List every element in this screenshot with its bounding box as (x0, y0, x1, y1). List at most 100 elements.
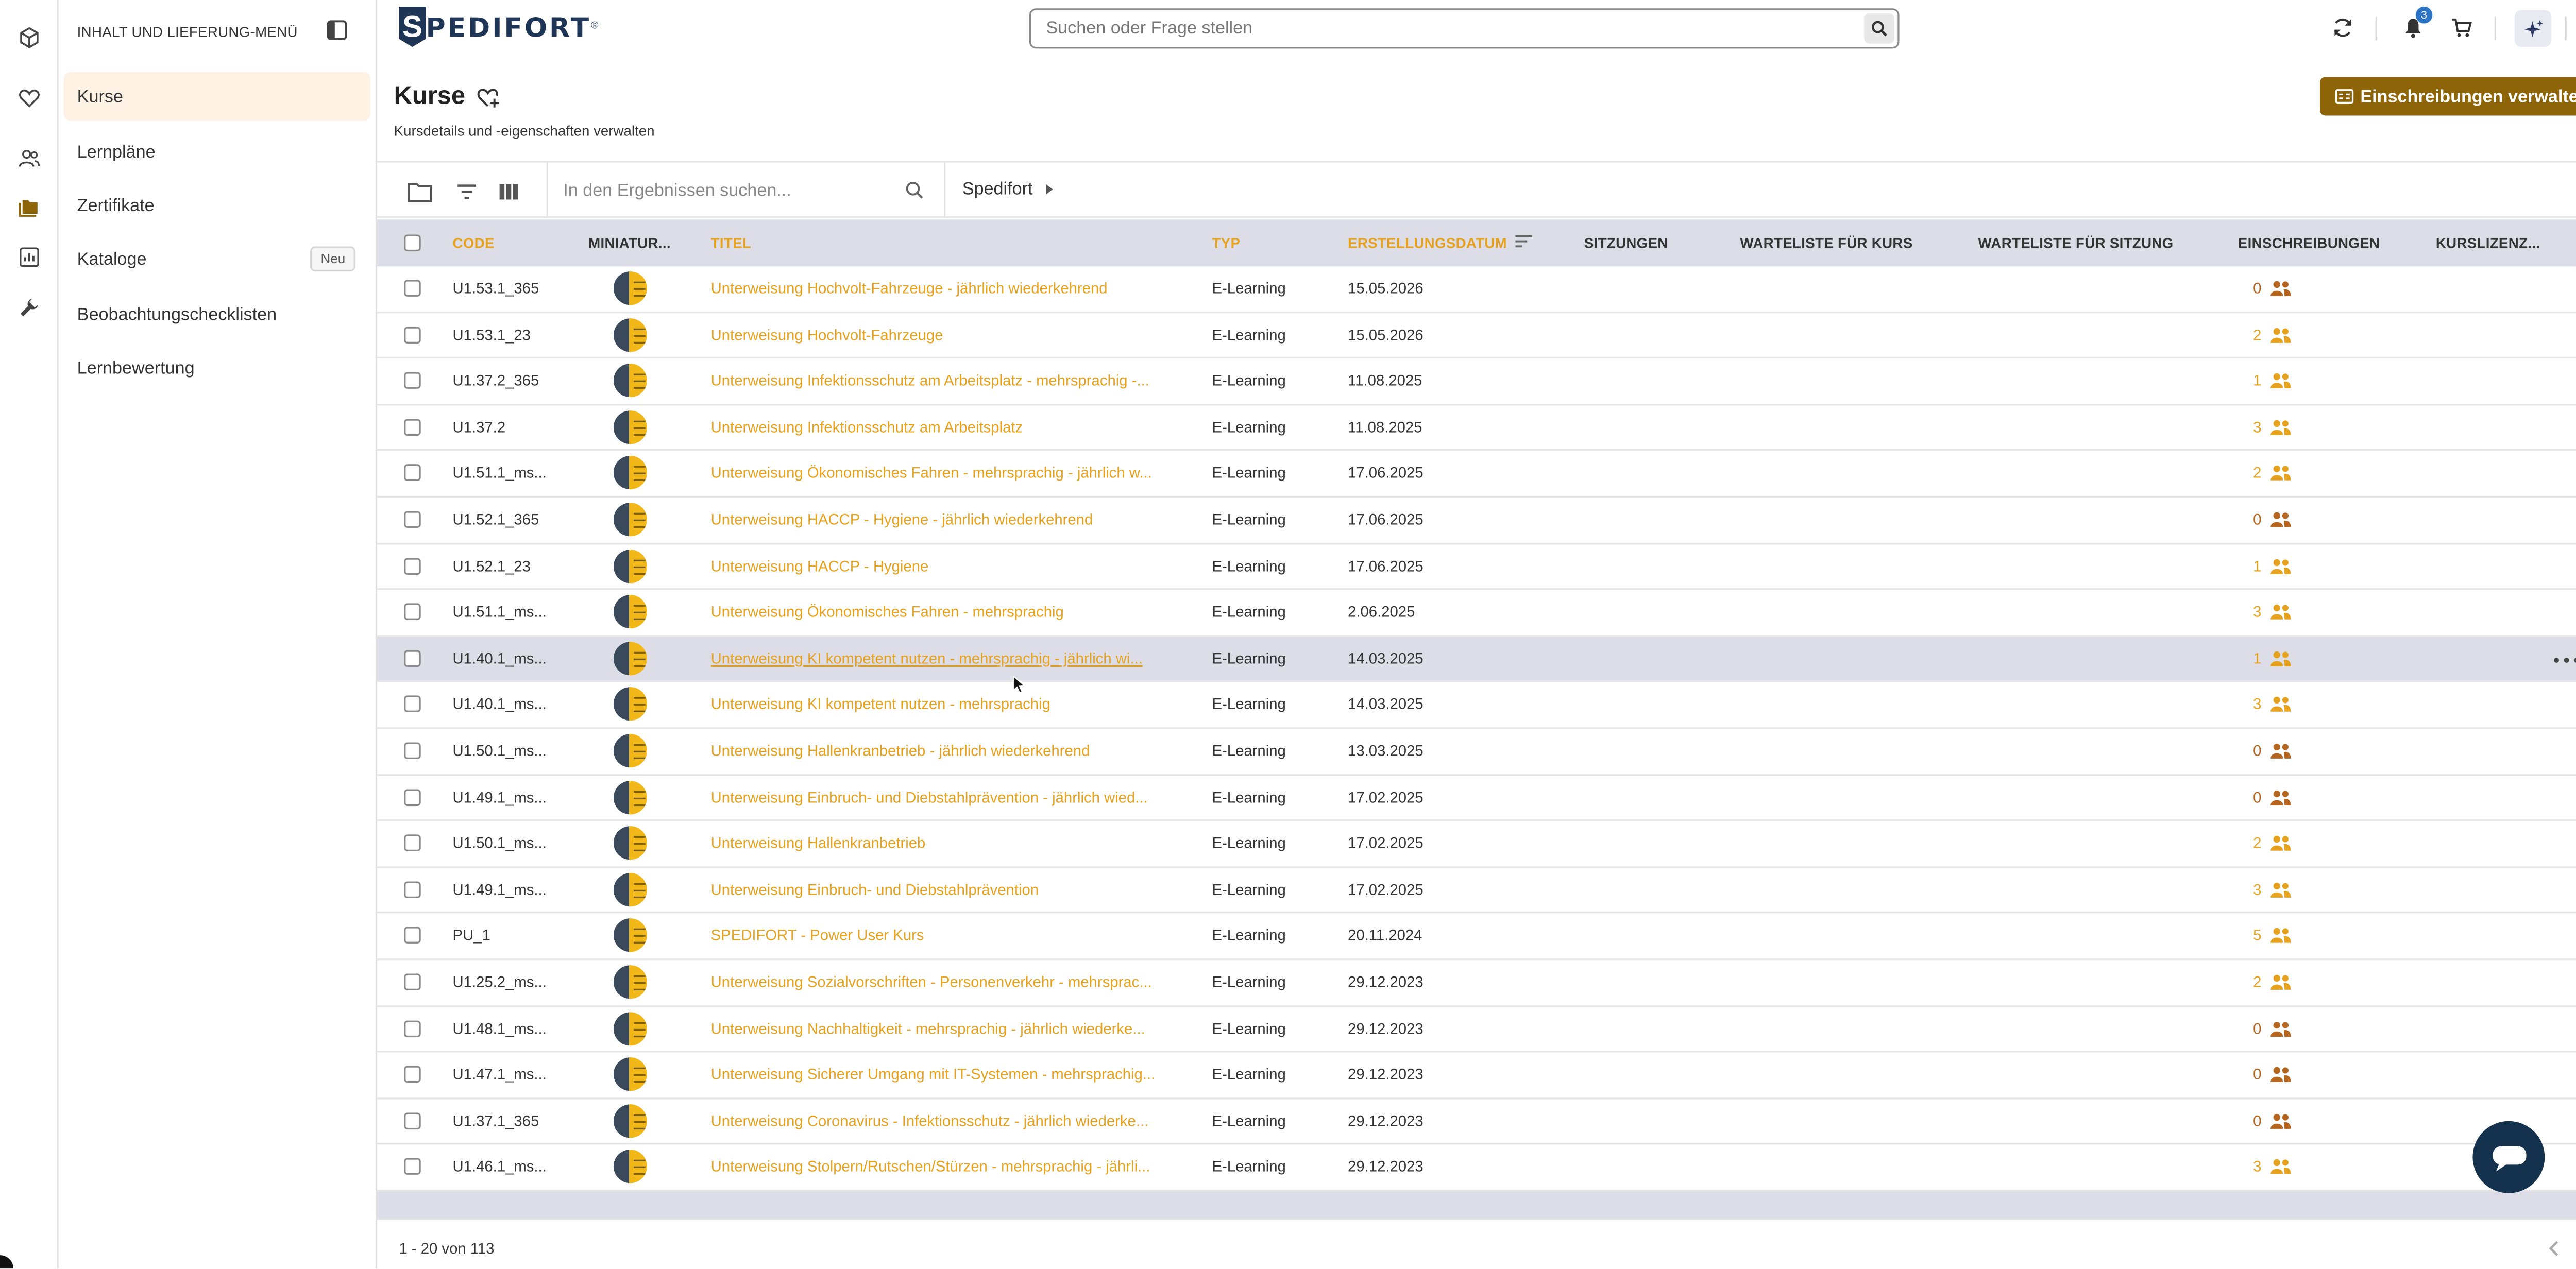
table-row[interactable]: U1.52.1_23 Unterweisung HACCP - Hygiene E-… (377, 544, 2576, 590)
enrolled-users-icon[interactable] (2270, 742, 2292, 759)
enrolled-users-icon[interactable] (2270, 465, 2292, 482)
manage-enrollments-button[interactable]: Einschreibungen verwalten (2320, 77, 2576, 116)
row-checkbox[interactable] (404, 511, 421, 528)
column-header-enrollments[interactable]: EINSCHREIBUNGEN (2238, 235, 2380, 252)
enrollment-count[interactable]: 2 (2238, 326, 2261, 343)
course-title-link[interactable]: Unterweisung Sozialvorschriften - Person… (711, 973, 1152, 990)
global-search-input[interactable] (1031, 10, 1836, 47)
enrolled-users-icon[interactable] (2270, 557, 2292, 574)
course-title-link[interactable]: Unterweisung Nachhaltigkeit - mehrsprach… (711, 1020, 1145, 1037)
chat-button[interactable] (2472, 1121, 2545, 1193)
enrollment-count[interactable]: 3 (2238, 881, 2261, 898)
enrollment-count[interactable]: 3 (2238, 419, 2261, 436)
cart-button[interactable] (2448, 13, 2475, 40)
course-title-link[interactable]: Unterweisung KI kompetent nutzen - mehrs… (711, 696, 1050, 713)
row-checkbox[interactable] (404, 372, 421, 389)
row-checkbox[interactable] (404, 603, 421, 621)
table-row[interactable]: U1.53.1_23 Unterweisung Hochvolt-Fahrzeug… (377, 313, 2576, 359)
row-checkbox[interactable] (404, 557, 421, 574)
table-row[interactable]: U1.40.1_ms... Unterweisung KI kompetent n… (377, 636, 2576, 683)
table-row[interactable]: U1.50.1_ms... Unterweisung Hallenkranbetr… (377, 821, 2576, 868)
row-checkbox[interactable] (404, 788, 421, 805)
enrolled-users-icon[interactable] (2270, 696, 2292, 713)
course-title-link[interactable]: Unterweisung Hochvolt-Fahrzeuge (711, 326, 943, 343)
sync-button[interactable] (2329, 13, 2355, 40)
favorite-add-icon[interactable] (476, 85, 500, 109)
table-row[interactable]: U1.37.2_365 Unterweisung Infektionsschutz… (377, 358, 2576, 405)
table-row[interactable]: U1.46.1_ms... Unterweisung Stolpern/Rutsc… (377, 1145, 2576, 1192)
folder-icon[interactable] (10, 187, 47, 225)
collapse-sidebar-icon[interactable] (327, 20, 347, 40)
filter-button[interactable] (453, 178, 480, 204)
chart-icon[interactable] (10, 238, 47, 275)
results-search-input[interactable] (563, 176, 916, 207)
enrollment-count[interactable]: 0 (2238, 742, 2261, 759)
course-title-link[interactable]: Unterweisung Ökonomisches Fahren - mehrs… (711, 604, 1064, 621)
table-row[interactable]: U1.51.1_ms... Unterweisung Ökonomisches F… (377, 590, 2576, 637)
enrolled-users-icon[interactable] (2270, 1158, 2292, 1175)
row-checkbox[interactable] (404, 649, 421, 667)
enrollment-count[interactable]: 2 (2238, 465, 2261, 482)
table-row[interactable]: PU_1 SPEDIFORT - Power User Kurs E-Learnin… (377, 914, 2576, 961)
enrolled-users-icon[interactable] (2270, 1066, 2292, 1083)
row-checkbox[interactable] (404, 1019, 421, 1037)
side-item-zertifikate[interactable]: Zertifikate (64, 181, 370, 229)
enrollment-count[interactable]: 3 (2238, 1158, 2261, 1175)
course-title-link[interactable]: Unterweisung Coronavirus - Infektionssch… (711, 1112, 1149, 1129)
course-title-link[interactable]: Unterweisung Hochvolt-Fahrzeuge - jährli… (711, 280, 1108, 297)
table-row[interactable]: U1.49.1_ms... Unterweisung Einbruch- und … (377, 867, 2576, 914)
enrollment-count[interactable]: 0 (2238, 511, 2261, 528)
table-row[interactable]: U1.49.1_ms... Unterweisung Einbruch- und … (377, 775, 2576, 821)
cube-icon[interactable] (10, 19, 47, 56)
wrench-icon[interactable] (10, 288, 47, 325)
row-checkbox[interactable] (404, 1112, 421, 1129)
column-header-type[interactable]: TYP (1212, 235, 1241, 252)
row-checkbox[interactable] (404, 742, 421, 759)
row-checkbox[interactable] (404, 326, 421, 343)
enrolled-users-icon[interactable] (2270, 835, 2292, 852)
enrolled-users-icon[interactable] (2270, 788, 2292, 805)
course-title-link[interactable]: Unterweisung Stolpern/Rutschen/Stürzen -… (711, 1158, 1150, 1175)
column-header-title[interactable]: TITEL (711, 235, 751, 252)
course-title-link[interactable]: Unterweisung Sicherer Umgang mit IT-Syst… (711, 1066, 1156, 1083)
enrollment-count[interactable]: 0 (2238, 788, 2261, 805)
row-checkbox[interactable] (404, 881, 421, 898)
horizontal-scrollbar[interactable] (377, 1191, 2576, 1219)
row-checkbox[interactable] (404, 280, 421, 297)
table-row[interactable]: U1.48.1_ms... Unterweisung Nachhaltigkeit… (377, 1006, 2576, 1053)
row-checkbox[interactable] (404, 696, 421, 713)
columns-button[interactable] (495, 178, 521, 204)
course-title-link[interactable]: Unterweisung Hallenkranbetrieb - jährlic… (711, 742, 1090, 759)
enrollment-count[interactable]: 0 (2238, 1066, 2261, 1083)
column-header-created[interactable]: ERSTELLUNGSDATUM (1348, 235, 1533, 251)
folder-view-button[interactable] (405, 178, 432, 204)
enrolled-users-icon[interactable] (2270, 927, 2292, 944)
side-item-beobachtungschecklisten[interactable]: Beobachtungschecklisten (64, 290, 370, 338)
course-title-link[interactable]: Unterweisung Infektionsschutz am Arbeits… (711, 419, 1023, 436)
course-title-link[interactable]: Unterweisung Einbruch- und Diebstahlpräv… (711, 881, 1039, 898)
ai-assistant-button[interactable] (2514, 10, 2552, 47)
enrolled-users-icon[interactable] (2270, 419, 2292, 436)
course-title-link[interactable]: Unterweisung HACCP - Hygiene - jährlich … (711, 511, 1093, 528)
enrollment-count[interactable]: 0 (2238, 280, 2261, 297)
course-title-link[interactable]: Unterweisung Ökonomisches Fahren - mehrs… (711, 465, 1152, 482)
table-row[interactable]: U1.25.2_ms... Unterweisung Sozialvorschri… (377, 960, 2576, 1006)
table-row[interactable]: U1.37.2 Unterweisung Infektionsschutz am … (377, 405, 2576, 452)
enrollment-count[interactable]: 0 (2238, 1112, 2261, 1129)
enrollment-count[interactable]: 1 (2238, 650, 2261, 667)
enrolled-users-icon[interactable] (2270, 604, 2292, 621)
enrollment-count[interactable]: 5 (2238, 927, 2261, 944)
table-row[interactable]: U1.53.1_365 Unterweisung Hochvolt-Fahrzeu… (377, 266, 2576, 313)
enrollment-count[interactable]: 0 (2238, 1020, 2261, 1037)
table-row[interactable]: U1.47.1_ms... Unterweisung Sicherer Umgan… (377, 1052, 2576, 1099)
course-title-link[interactable]: Unterweisung HACCP - Hygiene (711, 557, 929, 574)
table-row[interactable]: U1.50.1_ms... Unterweisung Hallenkranbetr… (377, 729, 2576, 775)
enrolled-users-icon[interactable] (2270, 1020, 2292, 1037)
previous-page-icon[interactable] (2547, 1240, 2564, 1257)
row-checkbox[interactable] (404, 1158, 421, 1175)
side-item-lernbewertung[interactable]: Lernbewertung (64, 344, 370, 392)
table-row[interactable]: U1.40.1_ms... Unterweisung KI kompetent n… (377, 682, 2576, 729)
column-header-license[interactable]: KURSLIZENZ... (2436, 235, 2540, 252)
enrolled-users-icon[interactable] (2270, 973, 2292, 990)
enrollment-count[interactable]: 1 (2238, 372, 2261, 389)
